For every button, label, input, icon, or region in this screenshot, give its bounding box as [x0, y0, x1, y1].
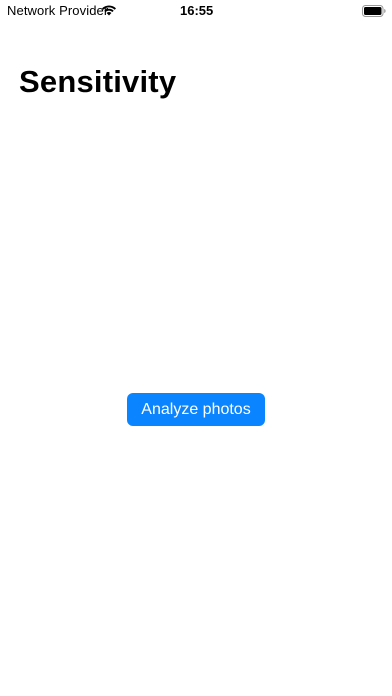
app-screen: Network Provider 16:55 Sensitivity Analy…: [0, 0, 392, 696]
status-bar: Network Provider 16:55: [0, 0, 392, 22]
battery-full-icon: [362, 4, 386, 17]
page-title: Sensitivity: [19, 64, 177, 99]
status-time: 16:55: [180, 3, 214, 18]
carrier-label: Network Provider: [7, 3, 109, 18]
analyze-photos-button[interactable]: Analyze photos: [127, 393, 265, 426]
wifi-icon: [101, 3, 117, 16]
